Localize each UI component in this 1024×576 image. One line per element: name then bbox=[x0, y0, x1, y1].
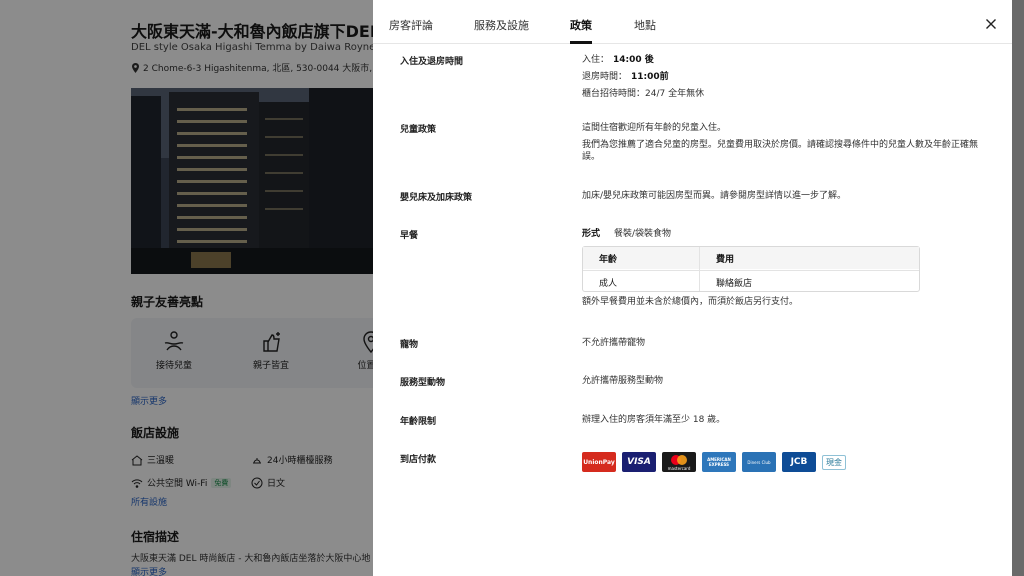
cash-badge: 現金 bbox=[822, 454, 846, 470]
tab-location[interactable]: 地點 bbox=[634, 17, 656, 33]
checkin-prefix: 入住： bbox=[582, 55, 610, 65]
amex-card-icon: AMERICAN EXPRESS bbox=[702, 452, 736, 472]
active-tab-indicator bbox=[570, 41, 592, 44]
breakfast-label: 早餐 bbox=[400, 231, 419, 241]
table-column-divider bbox=[699, 247, 700, 291]
screen: 大阪東天滿-大和魯內飯店旗下DEL DEL style Osaka Higash… bbox=[0, 0, 1024, 576]
age-limit-label: 年齡限制 bbox=[400, 417, 437, 427]
payment-methods: UnionPay VISA mastercard AMERICAN EXPRES… bbox=[582, 452, 846, 472]
card-text: JCB bbox=[790, 457, 808, 467]
payment-label: 到店付款 bbox=[400, 455, 437, 465]
tab-policies[interactable]: 政策 bbox=[570, 17, 592, 33]
card-text: AMERICAN EXPRESS bbox=[707, 457, 731, 467]
breakfast-type-value: 餐裝/袋裝食物 bbox=[614, 229, 672, 239]
children-policy-line2: 我們為您推薦了適合兒童的房型。兒童費用取決於房價。請確認搜尋條件中的兒童人數及年… bbox=[582, 140, 979, 162]
mastercard-card-icon: mastercard bbox=[662, 452, 696, 472]
close-icon bbox=[986, 19, 996, 29]
pets-label: 寵物 bbox=[400, 340, 419, 350]
visa-card-icon: VISA bbox=[622, 452, 656, 472]
table-header-age: 年齡 bbox=[599, 255, 618, 265]
scrollbar[interactable] bbox=[1012, 0, 1024, 576]
modal-tabs: 房客評論 服務及設施 政策 地點 bbox=[373, 0, 1012, 44]
frontdesk-hours: 櫃台招待時間：24/7 全年無休 bbox=[582, 89, 705, 99]
breakfast-fee-table: 年齡 費用 成人 聯絡飯店 bbox=[582, 246, 920, 292]
tab-amenities[interactable]: 服務及設施 bbox=[474, 17, 529, 33]
card-text: UnionPay bbox=[583, 458, 615, 466]
table-header-row: 年齡 費用 bbox=[583, 247, 919, 269]
card-text: mastercard bbox=[667, 466, 691, 471]
age-limit-text: 辦理入住的房客須年滿至少 18 歲。 bbox=[582, 415, 726, 425]
jcb-card-icon: JCB bbox=[782, 452, 816, 472]
tab-reviews[interactable]: 房客評論 bbox=[389, 17, 433, 33]
pets-text: 不允許攜帶寵物 bbox=[582, 338, 646, 348]
table-header-fee: 費用 bbox=[716, 255, 735, 265]
close-button[interactable] bbox=[983, 16, 999, 32]
unionpay-card-icon: UnionPay bbox=[582, 452, 616, 472]
diners-card-icon: Diners Club bbox=[742, 452, 776, 472]
card-text: VISA bbox=[627, 457, 651, 467]
breakfast-type-label: 形式 bbox=[582, 229, 601, 239]
checkin-time-value: 14:00 後 bbox=[613, 55, 654, 65]
service-animals-text: 允許攜帶服務型動物 bbox=[582, 376, 664, 386]
mastercard-circle-orange bbox=[677, 455, 687, 465]
checkout-time: 退房時間： 11:00前 bbox=[582, 71, 669, 83]
table-cell-fee: 聯絡飯店 bbox=[716, 279, 753, 289]
checkout-time-value: 11:00前 bbox=[631, 72, 669, 82]
children-policy-line1: 這間住宿歡迎所有年齡的兒童入住。 bbox=[582, 123, 727, 133]
checkin-time: 入住： 14:00 後 bbox=[582, 54, 654, 66]
checkout-prefix: 退房時間： bbox=[582, 72, 628, 82]
children-policy-label: 兒童政策 bbox=[400, 125, 437, 135]
service-animals-label: 服務型動物 bbox=[400, 378, 446, 388]
crib-policy-text: 加床/嬰兒床政策可能因房型而異。請參閱房型詳情以進一步了解。 bbox=[582, 191, 847, 201]
breakfast-note: 額外早餐費用並未含於總價內，而須於飯店另行支付。 bbox=[582, 297, 799, 307]
breakfast-type: 形式 餐裝/袋裝食物 bbox=[582, 228, 671, 240]
checkin-label: 入住及退房時間 bbox=[400, 57, 464, 67]
table-row: 成人 聯絡飯店 bbox=[583, 270, 919, 292]
table-cell-age: 成人 bbox=[599, 279, 618, 289]
card-text: Diners Club bbox=[747, 459, 771, 465]
policies-modal: 房客評論 服務及設施 政策 地點 入住及退房時間 入住： 14:00 後 退房時間… bbox=[373, 0, 1012, 576]
crib-policy-label: 嬰兒床及加床政策 bbox=[400, 193, 473, 203]
